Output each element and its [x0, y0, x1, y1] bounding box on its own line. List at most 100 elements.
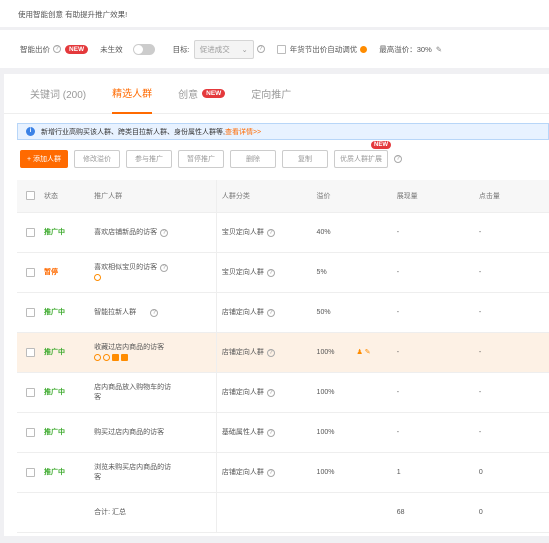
col-views: 展现量: [396, 180, 479, 213]
chart-icon[interactable]: [121, 354, 129, 362]
tab-label: 精选人群: [112, 89, 153, 100]
row-status: 推广中: [44, 452, 95, 493]
row-audience: 喜欢店铺新品的访客: [94, 229, 158, 236]
tab-creative[interactable]: 创意 NEW: [178, 74, 226, 114]
max-bid-label: 最高溢价：30%: [379, 44, 432, 54]
play-icon[interactable]: [94, 274, 102, 282]
add-audience-button[interactable]: + 添加人群: [20, 150, 68, 168]
edit-icon[interactable]: ✎: [365, 349, 371, 356]
empty-cell: [215, 492, 317, 533]
table-row[interactable]: 推广中 购买过店内商品的访客 基础属性人群? 100% - -: [17, 412, 549, 453]
help-icon[interactable]: ?: [266, 389, 275, 397]
row-category: 店铺定向人群: [221, 349, 264, 356]
table-row[interactable]: 推广中 智能拉新人群? 店铺定向人群? 50% - -: [17, 292, 549, 333]
row-audience: 购买过店内商品的访客: [94, 429, 165, 436]
help-icon[interactable]: ?: [160, 229, 169, 237]
total-clicks: 0: [478, 492, 549, 533]
person-icon[interactable]: ♟: [356, 349, 362, 356]
join-button[interactable]: 参与推广: [126, 150, 172, 168]
warning-icon: [360, 45, 368, 53]
tab-audience[interactable]: 精选人群: [112, 74, 153, 114]
modify-bid-button[interactable]: 修改溢价: [74, 150, 120, 168]
tab-bar: 关键词 (200) 精选人群 创意 NEW 定向推广: [4, 74, 549, 114]
help-icon[interactable]: ?: [160, 264, 169, 273]
smart-bid-label: 智能出价: [20, 44, 50, 54]
table-row[interactable]: 推广中 店内商品放入购物车的访客 店铺定向人群? 100% - -: [17, 372, 549, 413]
main-panel: 关键词 (200) 精选人群 创意 NEW 定向推广 i 新增行业高购买该人群、跨…: [4, 74, 549, 536]
target-select[interactable]: 促进成交 ⌄: [193, 39, 254, 59]
row-select-cell: [17, 412, 45, 453]
row-checkbox[interactable]: [26, 427, 35, 437]
row-checkbox[interactable]: [26, 387, 35, 397]
gift-icon[interactable]: [112, 354, 120, 362]
total-row: 合计: 汇总 68 0: [17, 492, 549, 533]
row-checkbox[interactable]: [26, 467, 35, 477]
row-category-cell: 店铺定向人群?: [215, 372, 317, 413]
expand-audience-button[interactable]: 优质人群扩展 NEW: [334, 141, 391, 168]
tab-targeting[interactable]: 定向推广: [251, 74, 291, 114]
edit-icon[interactable]: ✎: [436, 45, 442, 54]
table-row[interactable]: 推广中 喜欢店铺新品的访客? 宝贝定向人群? 40% - -: [17, 212, 549, 253]
help-icon[interactable]: ?: [150, 309, 159, 317]
row-status: 推广中: [44, 332, 95, 373]
row-select-cell: [17, 332, 45, 373]
row-category-cell: 店铺定向人群?: [215, 332, 317, 373]
row-clicks: -: [478, 292, 549, 333]
row-clicks: -: [478, 212, 549, 253]
row-views: 1: [396, 452, 479, 493]
row-checkbox[interactable]: [26, 267, 35, 277]
help-icon[interactable]: ?: [266, 229, 275, 237]
tag-icon[interactable]: [103, 354, 111, 362]
help-icon[interactable]: ?: [266, 429, 275, 437]
empty-cell: [44, 492, 95, 533]
notice-banner: i 新增行业高购买该人群、跨类目拉新人群、身份属性人群等, 查看详情>>: [17, 123, 549, 140]
table-row[interactable]: 暂停 喜欢相似宝贝的访客? 宝贝定向人群? 5% - -: [17, 252, 549, 293]
row-audience-cell: 智能拉新人群?: [94, 292, 217, 333]
row-audience-cell: 喜欢店铺新品的访客?: [94, 212, 217, 253]
help-icon[interactable]: ?: [266, 269, 275, 277]
chevron-down-icon: ⌄: [241, 44, 248, 54]
row-bid: 5%: [316, 252, 397, 293]
row-views: -: [396, 292, 479, 333]
row-bid: 100%: [316, 372, 397, 413]
row-icons: [94, 274, 216, 282]
help-icon[interactable]: ?: [394, 155, 402, 163]
play-icon[interactable]: [94, 354, 102, 362]
table-row[interactable]: 推广中 收藏过店内商品的访客 店铺定向人群? 100% ♟ ✎ - -: [17, 332, 549, 373]
row-clicks: -: [478, 332, 549, 373]
tab-keywords[interactable]: 关键词 (200): [30, 74, 86, 114]
pause-button[interactable]: 暂停推广: [178, 150, 224, 168]
table-row[interactable]: 推广中 浏览未购买店内商品的访客 店铺定向人群? 100% 1 0: [17, 452, 549, 493]
smart-bid-toggle[interactable]: [132, 43, 155, 55]
copy-button[interactable]: 复制: [282, 150, 328, 168]
tab-label: 关键词 (200): [30, 90, 87, 101]
row-category: 宝贝定向人群: [221, 229, 264, 236]
row-status: 推广中: [44, 372, 95, 413]
row-select-cell: [17, 212, 45, 253]
row-checkbox[interactable]: [26, 227, 35, 237]
total-label: 合计: 汇总: [94, 492, 217, 533]
notice-link[interactable]: 查看详情>>: [225, 127, 261, 137]
col-clicks: 点击量: [478, 180, 549, 213]
row-checkbox[interactable]: [26, 347, 35, 357]
select-all-checkbox[interactable]: [26, 191, 35, 201]
delete-button[interactable]: 删除: [230, 150, 276, 168]
help-icon[interactable]: ?: [266, 349, 275, 357]
help-icon[interactable]: ?: [266, 309, 275, 317]
new-badge: NEW: [371, 141, 391, 149]
info-icon: i: [26, 127, 35, 136]
help-icon[interactable]: ?: [266, 469, 275, 477]
help-icon[interactable]: ?: [53, 45, 61, 53]
row-checkbox[interactable]: [26, 307, 35, 317]
row-audience: 店内商品放入购物车的访客: [94, 384, 172, 401]
holiday-checkbox[interactable]: [276, 44, 286, 54]
row-category: 宝贝定向人群: [221, 269, 264, 276]
col-bid: 溢价: [316, 180, 397, 213]
row-audience-cell: 浏览未购买店内商品的访客: [94, 452, 217, 493]
row-status: 推广中: [44, 292, 95, 333]
target-label: 目标:: [172, 44, 190, 54]
help-icon[interactable]: ?: [256, 45, 265, 53]
row-select-cell: [17, 452, 45, 493]
row-category: 基础属性人群: [221, 429, 264, 436]
select-all-cell: [17, 180, 45, 213]
